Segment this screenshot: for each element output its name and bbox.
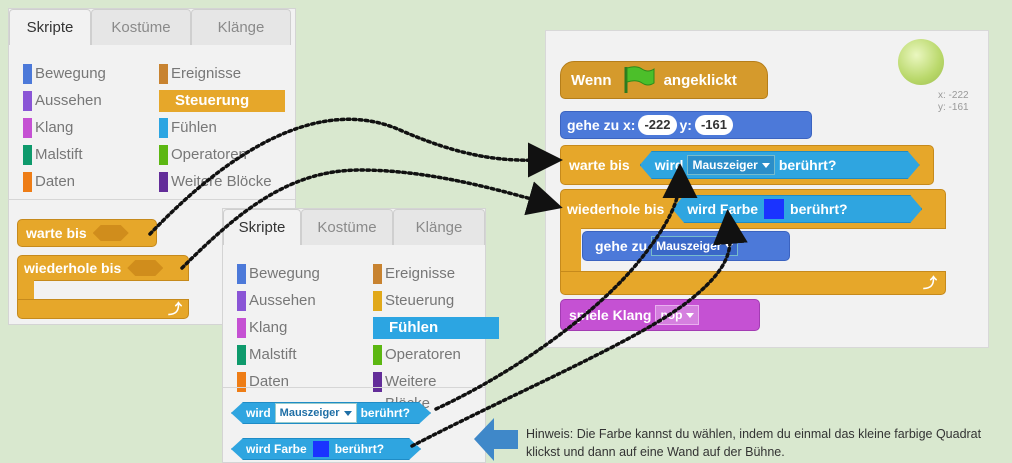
connector-arrows <box>148 117 748 448</box>
arrow-wird-farbe <box>410 209 748 448</box>
arrow-warte-bis <box>148 117 563 236</box>
hint-text: Hinweis: Die Farbe kannst du wählen, ind… <box>526 427 982 459</box>
arrow-wiederhole-bis <box>180 168 563 270</box>
